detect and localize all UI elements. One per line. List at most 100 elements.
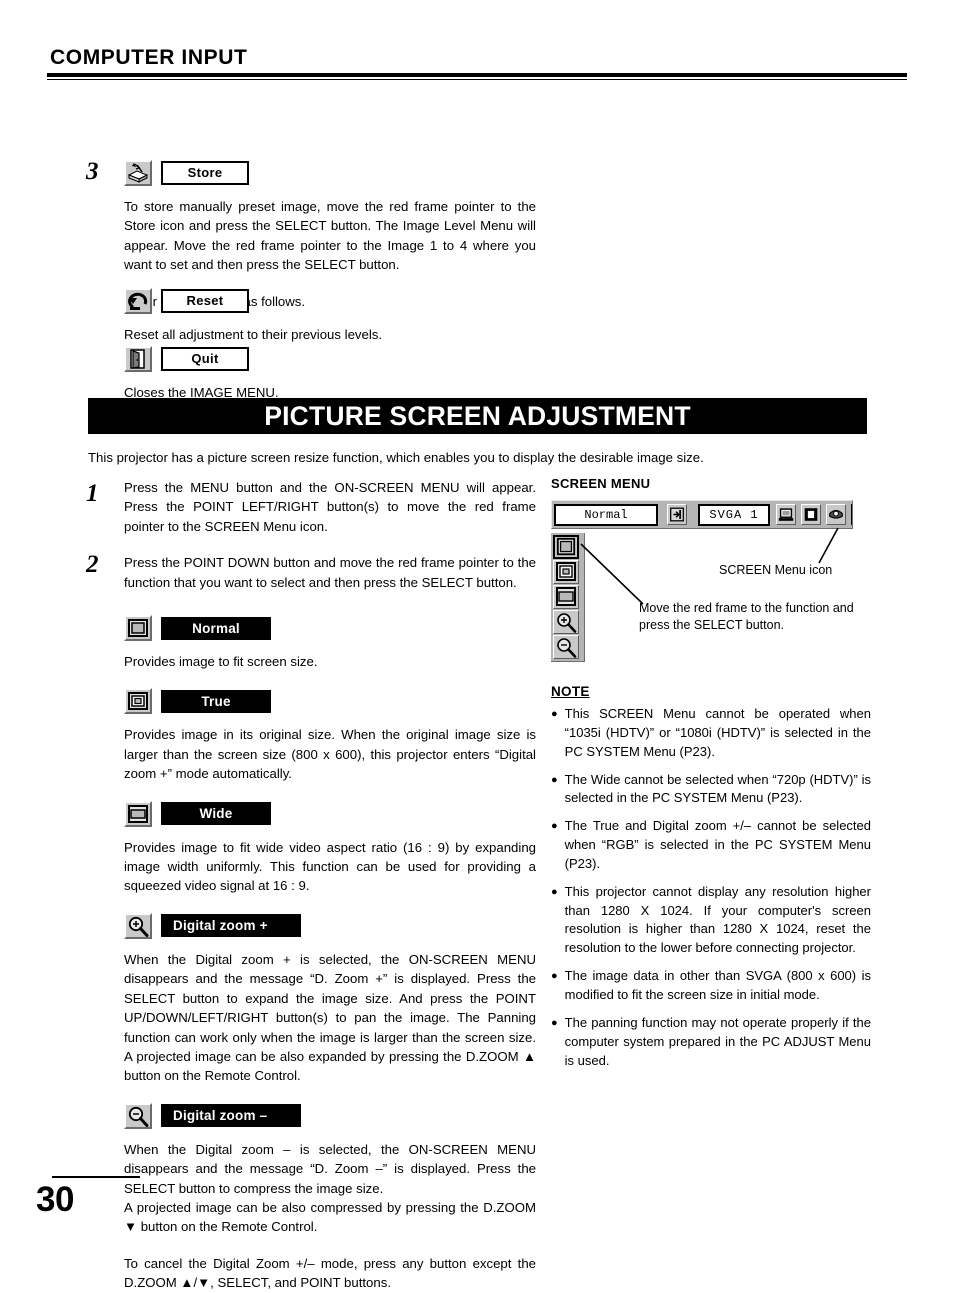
- wide-screen-icon: [124, 800, 152, 827]
- image-select-icon-glyph: [804, 508, 818, 521]
- note-item-text: This SCREEN Menu cannot be operated when…: [564, 706, 871, 759]
- function-digital-zoom-in: Digital zoom + When the Digital zoom + i…: [124, 912, 536, 1086]
- wide-label: Wide: [161, 802, 271, 826]
- screen-menu-figure-title: SCREEN MENU: [551, 476, 651, 491]
- image-select-icon[interactable]: [801, 504, 821, 525]
- note-item-text: The panning function may not operate pro…: [564, 1014, 871, 1068]
- store-icon-glyph: [127, 163, 149, 183]
- note-item-text: The Wide cannot be selected when “720p (…: [564, 771, 871, 806]
- note-item: ● The Wide cannot be selected when “720p…: [551, 771, 871, 809]
- header-divider: [47, 73, 907, 81]
- store-label: Store: [161, 161, 249, 185]
- step-number-1: 1: [86, 480, 99, 507]
- normal-label: Normal: [161, 616, 271, 640]
- true-label: True: [161, 689, 271, 713]
- step-number-3: 3: [86, 158, 99, 185]
- bullet-icon: ●: [551, 820, 558, 833]
- digital-zoom-in-text: When the Digital zoom + is selected, the…: [124, 951, 536, 1084]
- function-normal: Normal Provides image to fit screen size…: [124, 615, 536, 671]
- function-wide: Wide Provides image to fit wide video as…: [124, 800, 536, 896]
- callout-move-red-frame: Move the red frame to the function and p…: [639, 601, 854, 632]
- bullet-icon: ●: [551, 708, 558, 720]
- normal-text: Provides image to fit screen size.: [124, 654, 318, 670]
- strip-digital-zoom-in-icon-glyph: [557, 613, 577, 633]
- step-number-2: 2: [86, 551, 99, 579]
- digital-zoom-out-icon: [124, 1102, 152, 1129]
- function-digital-zoom-out: Digital zoom – When the Digital zoom – i…: [124, 1102, 536, 1237]
- true-text: Provides image in its original size. Whe…: [124, 727, 536, 782]
- function-true: True Provides image in its original size…: [124, 688, 536, 783]
- step-2-text: Press the POINT DOWN button and move the…: [124, 555, 536, 590]
- strip-true-screen-icon[interactable]: [553, 560, 579, 584]
- osd-function-strip: [551, 533, 585, 662]
- osd-menubar: Normal SVGA 1: [551, 500, 853, 529]
- reset-label: Reset: [161, 289, 249, 313]
- quit-door-icon: [124, 346, 152, 372]
- pc-system-icon-glyph: [778, 508, 794, 521]
- pc-system-icon[interactable]: [776, 504, 796, 525]
- digital-zoom-in-label: Digital zoom +: [161, 914, 301, 938]
- quit-label: Quit: [161, 347, 249, 371]
- true-screen-icon-glyph: [128, 692, 148, 711]
- quit-icon-row: Quit: [124, 346, 536, 372]
- wide-icon-row: Wide: [124, 800, 536, 827]
- wide-text: Provides image to fit wide video aspect …: [124, 839, 536, 894]
- strip-normal-screen-icon-glyph: [556, 537, 576, 556]
- note-item: ● The image data in other than SVGA (800…: [551, 967, 871, 1005]
- callout-screen-menu-icon: SCREEN Menu icon: [719, 563, 833, 577]
- input-source-icon[interactable]: [667, 504, 687, 525]
- reset-arrow-icon-glyph: [128, 292, 148, 310]
- note-item: ● This SCREEN Menu cannot be operated wh…: [551, 705, 871, 762]
- section-banner: PICTURE SCREEN ADJUSTMENT: [88, 398, 867, 434]
- digital-zoom-out-text: When the Digital zoom – is selected, the…: [124, 1141, 536, 1235]
- note-item-text: This projector cannot display any resolu…: [564, 883, 871, 956]
- intro-paragraph: This projector has a picture screen resi…: [88, 450, 704, 465]
- right-column: SCREEN MENU Normal SVGA 1 SCREEN Menu ic…: [551, 476, 871, 675]
- page-title: COMPUTER INPUT: [50, 46, 248, 69]
- note-item-text: The image data in other than SVGA (800 x…: [564, 968, 871, 1002]
- digital-zoom-out-icon-glyph: [128, 1106, 149, 1127]
- strip-true-screen-icon-glyph: [556, 562, 576, 581]
- bullet-icon: ●: [551, 773, 558, 786]
- note-block: NOTE ● This SCREEN Menu cannot be operat…: [551, 684, 871, 1079]
- strip-wide-screen-icon-glyph: [556, 587, 576, 606]
- quit-section: Quit Closes the IMAGE MENU.: [124, 346, 536, 402]
- page-header: COMPUTER INPUT: [47, 46, 907, 81]
- input-source-icon-glyph: [670, 507, 684, 522]
- digital-zoom-in-icon-row: Digital zoom +: [124, 912, 536, 939]
- digital-zoom-in-icon-glyph: [128, 916, 149, 937]
- true-screen-icon: [124, 688, 152, 715]
- screen-menu-icon[interactable]: [851, 504, 852, 525]
- osd-mode-value: Normal: [554, 503, 658, 526]
- reset-icon-row: Reset: [124, 288, 536, 314]
- footer-divider: [52, 1176, 140, 1178]
- strip-wide-screen-icon[interactable]: [553, 585, 579, 609]
- strip-digital-zoom-in-icon[interactable]: [553, 610, 579, 634]
- banner-title: PICTURE SCREEN ADJUSTMENT: [264, 400, 691, 431]
- step-1-text: Press the MENU button and the ON-SCREEN …: [124, 480, 536, 534]
- page-number: 30: [36, 1180, 74, 1219]
- digital-zoom-out-label: Digital zoom –: [161, 1104, 301, 1128]
- store-icon: [124, 160, 152, 186]
- image-adjust-icon[interactable]: [826, 504, 846, 525]
- strip-digital-zoom-out-icon[interactable]: [553, 635, 579, 659]
- normal-screen-icon-glyph: [128, 619, 148, 638]
- normal-screen-icon: [124, 615, 152, 642]
- quit-door-icon-glyph: [130, 349, 145, 369]
- note-item-text: The True and Digital zoom +/– cannot be …: [564, 818, 871, 871]
- reset-arrow-icon: [124, 288, 152, 314]
- note-heading: NOTE: [551, 684, 590, 699]
- note-item: ● The True and Digital zoom +/– cannot b…: [551, 817, 871, 874]
- digital-zoom-out-icon-row: Digital zoom –: [124, 1102, 536, 1129]
- bullet-icon: ●: [551, 885, 558, 898]
- left-column: 1 Press the MENU button and the ON-SCREE…: [86, 478, 536, 1293]
- osd-system-value: SVGA 1: [698, 503, 770, 526]
- wide-screen-icon-glyph: [128, 804, 148, 823]
- true-icon-row: True: [124, 688, 536, 715]
- screen-menu-figure: Normal SVGA 1 SCREEN Menu icon Move the …: [551, 500, 871, 675]
- cancel-zoom-note: To cancel the Digital Zoom +/– mode, pre…: [124, 1255, 536, 1291]
- normal-icon-row: Normal: [124, 615, 536, 642]
- digital-zoom-in-icon: [124, 912, 152, 939]
- strip-normal-screen-icon[interactable]: [553, 535, 579, 559]
- bullet-icon: ●: [551, 970, 558, 983]
